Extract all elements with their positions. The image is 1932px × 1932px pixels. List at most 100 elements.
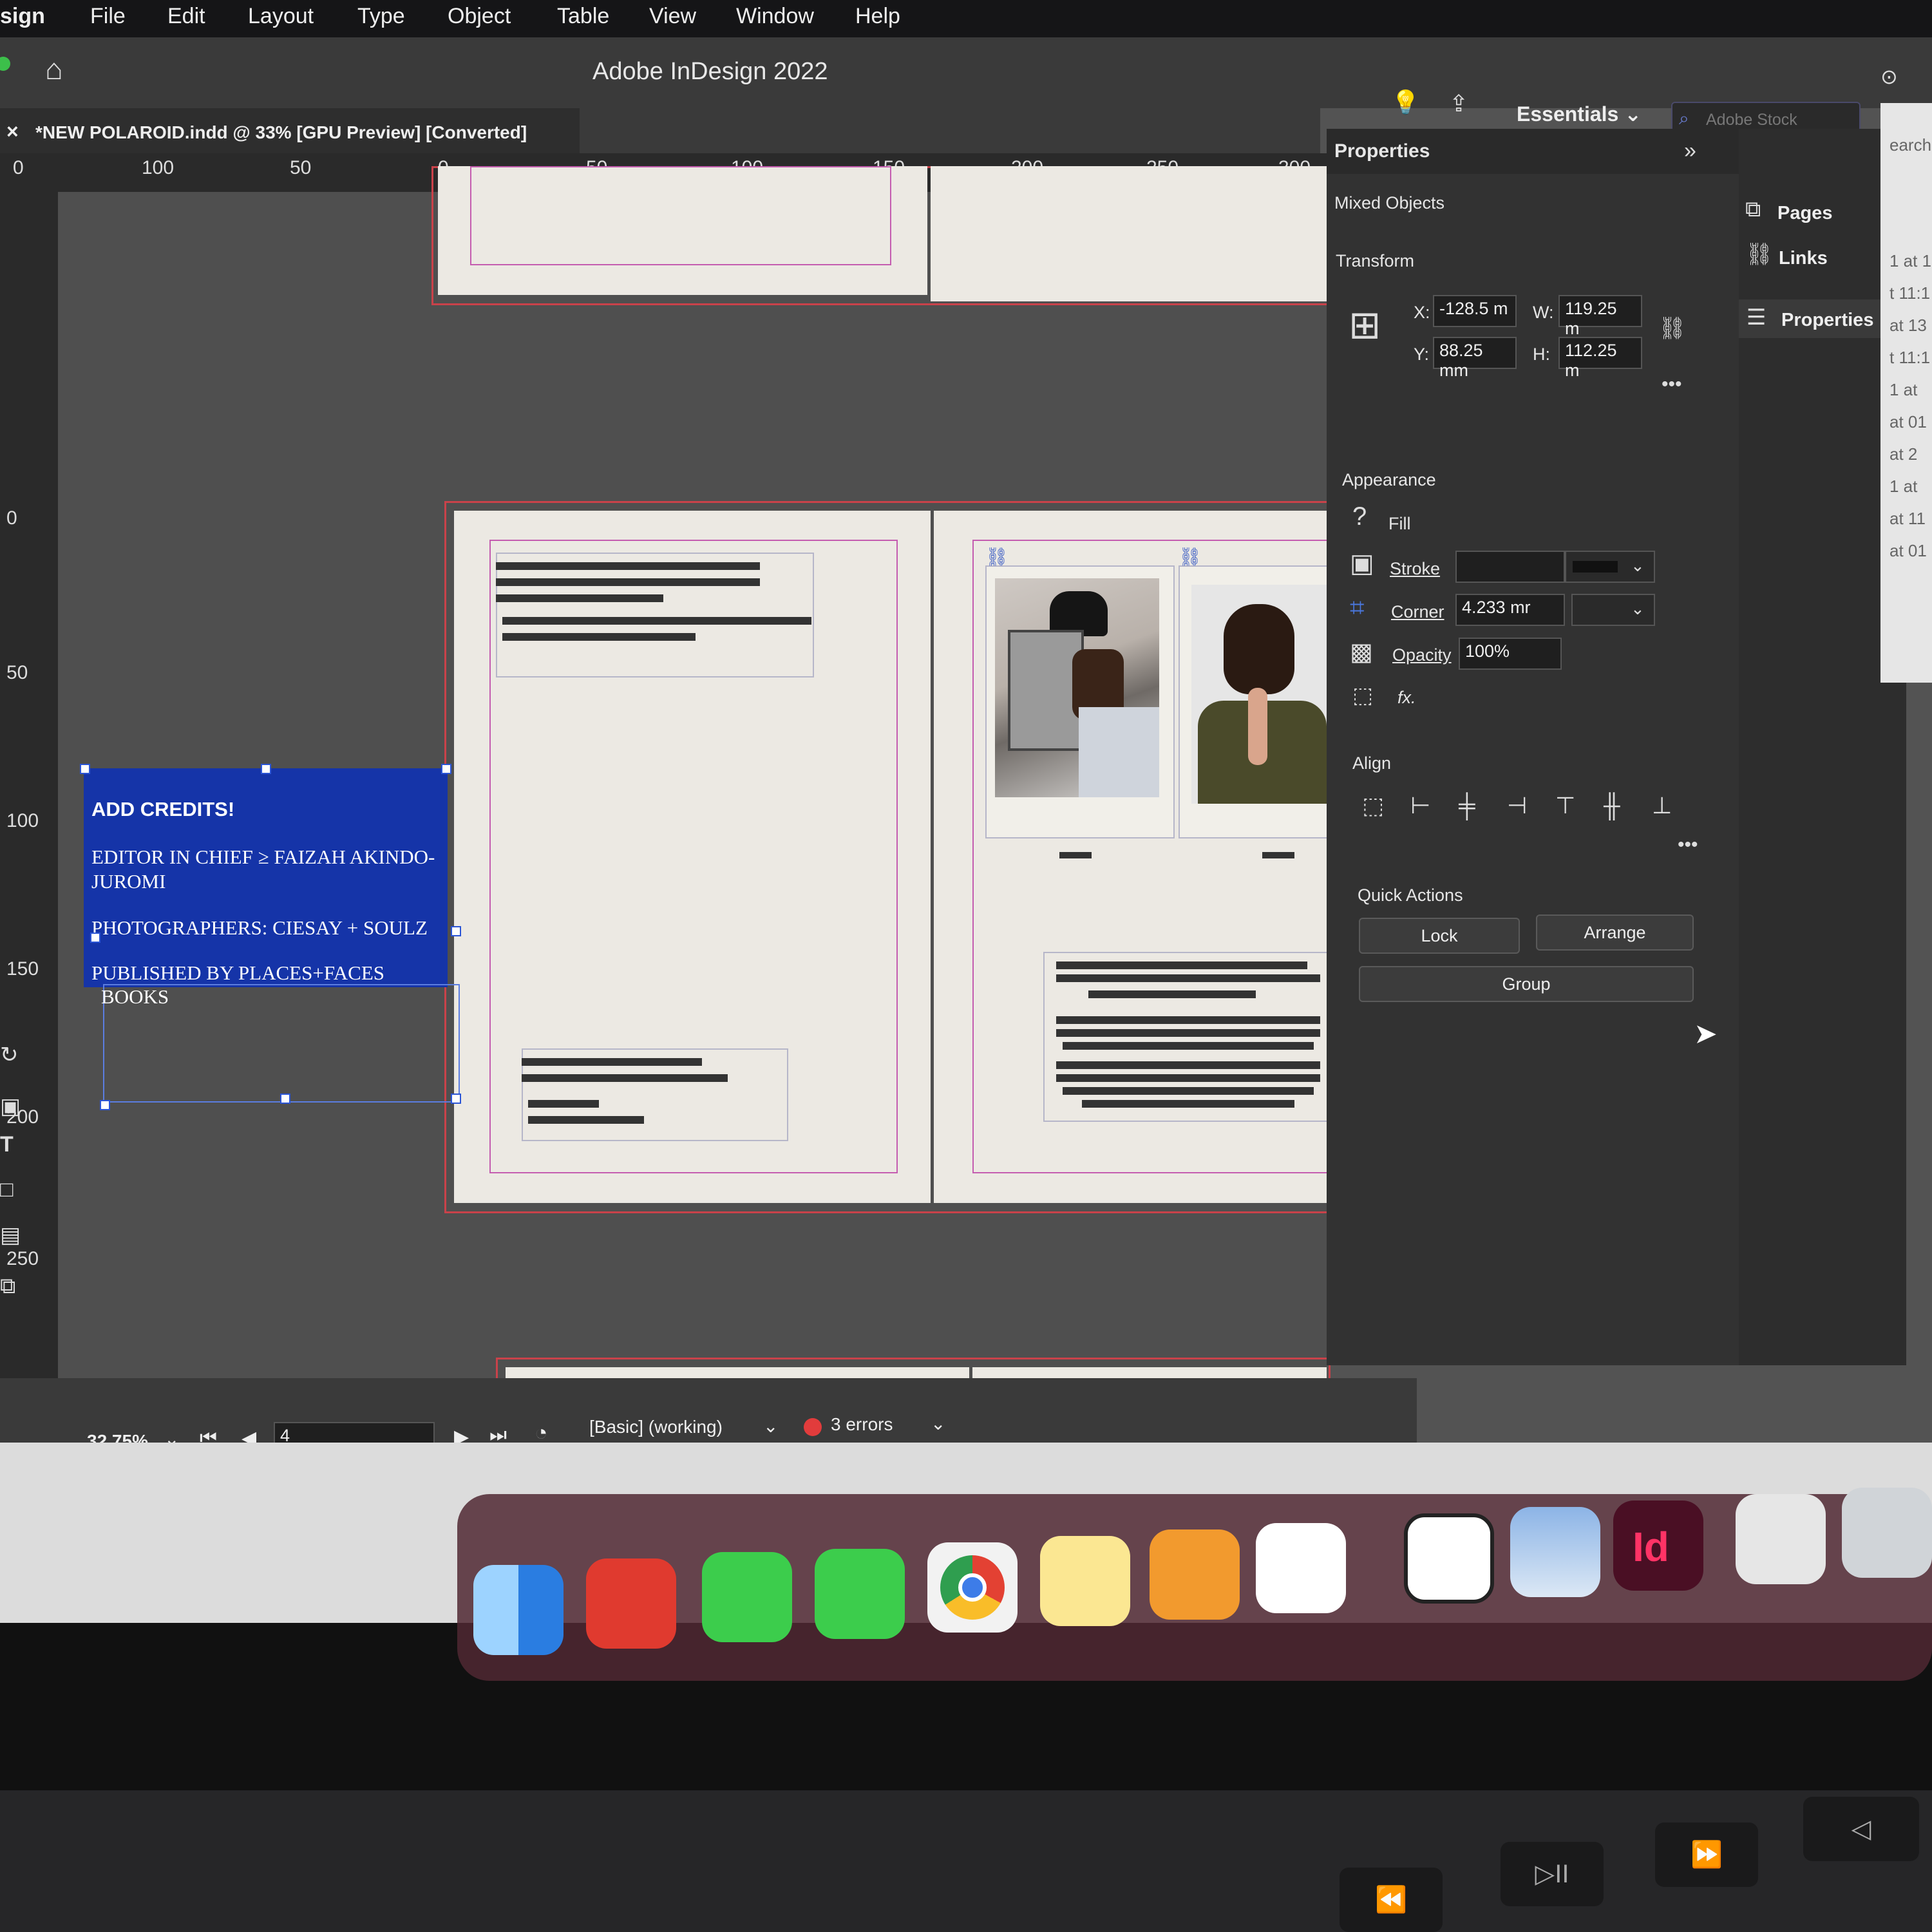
calendar-icon[interactable] [1256,1523,1346,1613]
align-top-icon[interactable]: ⊤ [1555,792,1575,819]
photo-booth-icon[interactable] [586,1558,676,1649]
view-mode-icon[interactable]: ⧉ [0,1274,15,1299]
align-right-icon[interactable]: ⊣ [1507,792,1527,819]
corner-label[interactable]: Corner [1391,602,1444,622]
fx-label[interactable]: fx. [1397,688,1416,708]
text-placeholder-line [1056,1074,1320,1082]
align-vertical-center-icon[interactable]: ╫ [1604,792,1620,819]
arrange-button[interactable]: Arrange [1536,914,1694,951]
trash-icon[interactable] [1842,1488,1932,1578]
background-search: earch [1889,135,1932,155]
menu-edit[interactable]: Edit [167,4,205,29]
menu-object[interactable]: Object [448,4,511,29]
lightbulb-icon[interactable]: 💡 [1391,89,1420,116]
align-to-selection-icon[interactable]: ⬚ [1362,792,1384,819]
menu-view[interactable]: View [649,4,696,29]
opacity-input[interactable]: 100% [1459,638,1562,670]
stroke-label[interactable]: Stroke [1390,559,1440,579]
window-zoom-button[interactable] [0,57,10,71]
rewind-key: ⏪ [1340,1868,1443,1932]
vertical-ruler[interactable]: 0 50 100 150 200 250 0 [0,192,58,1454]
photo-man-with-camera[interactable] [995,578,1159,797]
height-input[interactable]: 112.25 m [1558,337,1642,380]
menu-type[interactable]: Type [357,4,405,29]
messages-icon[interactable] [815,1549,905,1639]
width-input[interactable]: 119.25 m [1558,295,1642,338]
lock-button[interactable]: Lock [1359,918,1520,954]
properties-panel-button[interactable]: ☰ Properties [1739,299,1900,338]
reference-point-icon[interactable]: ⊞ [1349,303,1381,348]
menu-help[interactable]: Help [855,4,900,29]
preview-icon[interactable] [1510,1507,1600,1597]
chrome-icon[interactable] [927,1542,1018,1633]
align-horizontal-center-icon[interactable]: ╪ [1459,792,1475,819]
preflight-profile[interactable]: [Basic] (working) [589,1417,723,1437]
rectangle-tool-icon[interactable]: □ [0,1177,14,1202]
text-frame[interactable] [496,553,814,677]
appearance-section-title: Appearance [1342,470,1436,489]
workspace-switcher[interactable]: Essentials ⌄ [1517,102,1642,126]
pages-panel-button[interactable]: Pages [1777,203,1832,224]
stroke-type-dropdown[interactable]: ⌄ [1565,551,1655,583]
notes-icon[interactable] [1040,1536,1130,1626]
h-label: H: [1533,345,1550,364]
menu-file[interactable]: File [90,4,126,29]
credits-text-frame[interactable]: ADD CREDITS! EDITOR IN CHIEF ≥ FAIZAH AK… [84,768,448,987]
opacity-label[interactable]: Opacity [1392,645,1452,665]
align-left-icon[interactable]: ⊢ [1410,792,1430,819]
menu-layout[interactable]: Layout [248,4,314,29]
fill-label[interactable]: Fill [1388,514,1411,534]
frame-tool-icon[interactable]: ▣ [0,1094,21,1119]
effects-icon[interactable]: ⬚ [1352,683,1373,708]
x-position-input[interactable]: -128.5 m [1433,295,1517,327]
menu-window[interactable]: Window [736,4,814,29]
pages-app-icon[interactable] [1150,1530,1240,1620]
resize-handle[interactable] [261,764,271,774]
preflight-errors[interactable]: 3 errors [831,1414,893,1435]
search-placeholder: Adobe Stock [1706,111,1797,129]
group-button[interactable]: Group [1359,966,1694,1002]
resize-handle[interactable] [90,933,100,943]
links-panel-button[interactable]: Links [1779,248,1828,269]
menu-app[interactable]: sign [0,4,45,29]
document-tab[interactable]: × *NEW POLAROID.indd @ 33% [GPU Preview]… [0,108,580,153]
menu-table[interactable]: Table [557,4,609,29]
tab-properties[interactable]: Properties [1334,140,1430,162]
resize-handle[interactable] [280,1094,290,1104]
y-position-input[interactable]: 88.25 mm [1433,337,1517,380]
play-circle-icon[interactable]: ⊙ [1880,64,1898,89]
stroke-swatch-icon[interactable]: ▣ [1350,549,1374,578]
resize-handle[interactable] [451,1094,461,1104]
finder-icon[interactable] [473,1565,564,1655]
page-top-right[interactable] [931,166,1327,301]
rotate-tool-icon[interactable]: ↻ [0,1042,19,1068]
photo-man-praying[interactable] [1191,585,1327,804]
type-tool-icon[interactable]: T [0,1132,14,1157]
credits-frame-overflow[interactable]: BOOKS [101,984,460,1103]
chevron-down-icon[interactable]: ⌄ [931,1413,945,1434]
stroke-weight-input[interactable] [1455,551,1565,583]
chevron-down-icon[interactable]: ⌄ [763,1416,778,1437]
corner-shape-dropdown[interactable]: ⌄ [1571,594,1655,626]
notion-icon[interactable] [1404,1513,1494,1604]
text-placeholder-line [502,617,811,625]
indesign-icon[interactable]: Id [1613,1501,1703,1591]
zip-archive-icon[interactable] [1736,1494,1826,1584]
constrain-proportions-icon[interactable]: ⛓ [1658,316,1686,341]
resize-handle[interactable] [441,764,451,774]
more-options-icon[interactable]: ••• [1662,374,1682,395]
corner-icon[interactable]: ⌗ [1350,594,1365,623]
resize-handle[interactable] [80,764,90,774]
align-bottom-icon[interactable]: ⊥ [1652,792,1672,819]
resize-handle[interactable] [451,926,461,936]
close-tab-icon[interactable]: × [6,120,19,144]
resize-handle[interactable] [100,1100,110,1110]
screen-mode-icon[interactable]: ▤ [0,1222,21,1248]
text-placeholder-line [1056,974,1320,982]
more-options-icon[interactable]: ••• [1678,834,1698,856]
share-icon[interactable]: ⇪ [1449,90,1468,117]
corner-radius-input[interactable]: 4.233 mr [1455,594,1565,626]
collapse-panel-icon[interactable]: » [1684,138,1696,164]
facetime-icon[interactable] [702,1552,792,1642]
home-icon[interactable]: ⌂ [45,52,63,86]
